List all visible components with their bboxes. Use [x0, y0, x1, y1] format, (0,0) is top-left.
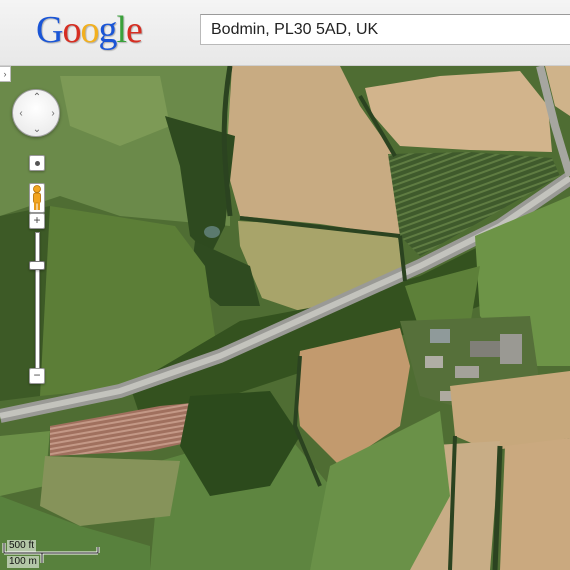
zoom-in-button[interactable]: + [29, 213, 45, 229]
pan-down-icon[interactable]: ⌄ [32, 125, 42, 135]
pegman-icon[interactable] [29, 183, 45, 213]
pan-control-icon[interactable]: ⌃ ⌄ ‹ › [12, 89, 60, 137]
reset-view-button[interactable] [29, 155, 45, 171]
pan-up-icon[interactable]: ⌃ [32, 93, 42, 103]
logo-letter: l [116, 9, 127, 51]
zoom-in-icon: + [33, 213, 41, 227]
satellite-imagery [0, 66, 570, 570]
logo-letter: g [98, 9, 117, 51]
scale-metric-label: 100 m [7, 556, 39, 568]
satellite-map[interactable] [0, 66, 570, 570]
pan-left-icon[interactable]: ‹ [16, 109, 26, 119]
logo-letter: G [36, 9, 63, 51]
logo-letter: o [62, 9, 81, 51]
google-logo[interactable]: Google [36, 8, 143, 52]
zoom-slider-handle[interactable] [29, 261, 45, 270]
logo-letter: e [126, 9, 143, 51]
scale-imperial-label: 500 ft [7, 540, 37, 552]
sidebar-toggle-button[interactable]: › [0, 66, 11, 82]
zoom-out-button[interactable]: − [29, 368, 45, 384]
pan-right-icon[interactable]: › [48, 109, 58, 119]
search-input[interactable] [200, 14, 570, 45]
zoom-out-icon: − [33, 368, 41, 382]
scale-bar: 500 ft 100 m [2, 539, 102, 569]
dot-icon [34, 161, 40, 166]
zoom-slider-track[interactable] [35, 232, 40, 370]
logo-letter: o [80, 9, 99, 51]
header-bar: Google [0, 0, 570, 66]
